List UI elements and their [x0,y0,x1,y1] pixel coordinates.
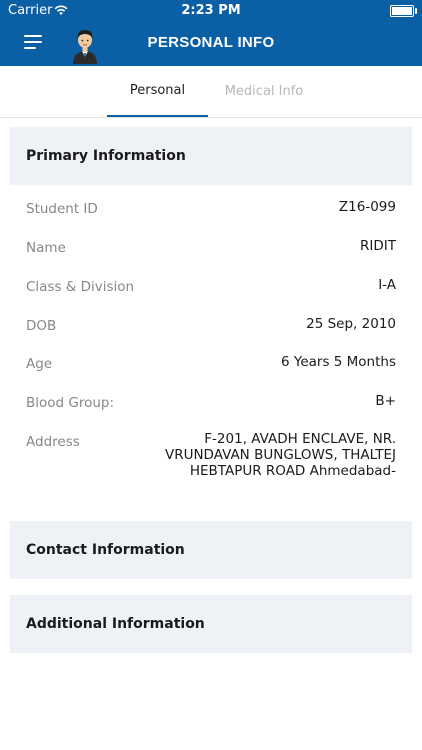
primary-information-title: Primary Information [26,148,186,164]
name-value: RIDIT [360,238,396,254]
address-line: VRUNDAVAN BUNGLOWS, THALTEJ [164,447,396,463]
blood-group-value: B+ [375,393,396,409]
tab-bar: Personal Medical Info [0,66,422,118]
address-line: F-201, AVADH ENCLAVE, NR. [204,431,396,447]
primary-information-header[interactable]: Primary Information [10,127,412,185]
page-title: PERSONAL INFO [147,34,275,51]
blood-group-label: Blood Group: [26,395,115,411]
contact-information-header[interactable]: Contact Information [10,521,412,579]
additional-information-title: Additional Information [26,616,205,632]
student-id-label: Student ID [26,201,98,217]
age-label: Age [26,356,53,372]
additional-information-header[interactable]: Additional Information [10,595,412,653]
student-id-value: Z16-099 [338,199,396,215]
dob-label: DOB [26,318,57,334]
status-time: 2:23 PM [181,3,241,18]
class-division-label: Class & Division [26,279,135,295]
status-bar: Carrier 2:23 PM [0,0,422,22]
tab-personal[interactable]: Personal [107,66,208,117]
tab-medical-info[interactable]: Medical Info [212,66,316,117]
age-value: 6 Years 5 Months [280,354,396,370]
dob-value: 25 Sep, 2010 [306,316,396,332]
name-label: Name [26,240,66,256]
class-division-value: I-A [378,277,396,293]
contact-information-title: Contact Information [26,542,185,558]
address-label: Address [26,434,80,450]
address-value: F-201, AVADH ENCLAVE, NR. VRUNDAVAN BUNG… [156,431,396,479]
battery-icon [390,5,417,17]
navigation-bar: PERSONAL INFO [0,22,422,66]
address-line: HEBTAPUR ROAD Ahmedabad- [189,463,396,479]
